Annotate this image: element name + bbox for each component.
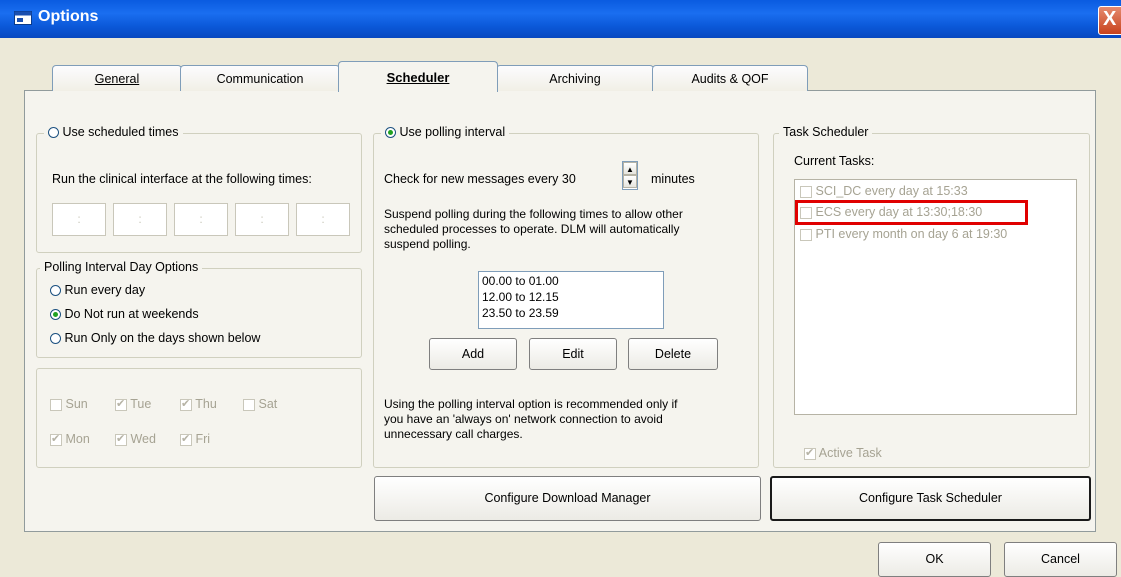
day-fri[interactable]: Fri (180, 432, 210, 446)
check-interval-label: Check for new messages every 30 (384, 172, 576, 186)
day-thu[interactable]: Thu (180, 397, 217, 411)
cancel-button[interactable]: Cancel (1004, 542, 1117, 577)
tab-archiving[interactable]: Archiving (496, 65, 654, 91)
task-checkbox[interactable] (800, 185, 812, 198)
suspend-text-line3: suspend polling. (384, 237, 471, 251)
delete-button[interactable]: Delete (628, 338, 718, 370)
task-checkbox[interactable] (800, 228, 812, 241)
close-icon: X (1103, 8, 1117, 30)
day-mon-checkbox[interactable] (50, 432, 62, 446)
day-wed-checkbox[interactable] (115, 432, 127, 446)
close-button[interactable]: X (1098, 6, 1121, 35)
run-every-day-radio[interactable] (50, 285, 61, 297)
options-dialog: Options X General Communication Schedule… (0, 0, 1121, 577)
window-title: Options (38, 8, 99, 25)
no-weekends-radio[interactable] (50, 309, 61, 321)
configure-download-manager-button[interactable]: Configure Download Manager (374, 476, 761, 521)
task-item[interactable]: PTI every month on day 6 at 19:30 (800, 227, 1007, 241)
tab-scheduler[interactable]: Scheduler (338, 61, 498, 92)
polling-radio-label: Use polling interval (399, 125, 506, 139)
active-task-option[interactable]: Active Task (804, 446, 882, 460)
days-group (36, 368, 362, 468)
list-item[interactable]: 12.00 to 12.15 (482, 290, 559, 304)
polling-note-line1: Using the polling interval option is rec… (384, 397, 678, 411)
active-task-checkbox[interactable] (804, 446, 816, 460)
specific-days-radio[interactable] (50, 333, 61, 345)
suspend-text-line2: scheduled processes to operate. DLM will… (384, 222, 680, 236)
run-times-label: Run the clinical interface at the follow… (52, 172, 312, 186)
ok-button[interactable]: OK (878, 542, 991, 577)
day-sun-checkbox[interactable] (50, 398, 62, 411)
current-tasks-label: Current Tasks: (794, 154, 875, 168)
scheduled-radio-label: Use scheduled times (62, 125, 179, 139)
day-options-legend: Polling Interval Day Options (40, 260, 203, 274)
day-mon[interactable]: Mon (50, 432, 90, 446)
list-item[interactable]: 23.50 to 23.59 (482, 306, 559, 320)
no-weekends-option[interactable]: Do Not run at weekends (50, 307, 199, 321)
configure-task-scheduler-button[interactable]: Configure Task Scheduler (770, 476, 1091, 521)
time-field-4[interactable]: : (235, 203, 289, 236)
day-sat-checkbox[interactable] (243, 398, 255, 411)
spin-up-icon[interactable]: ▲ (623, 162, 637, 175)
suspend-text-line1: Suspend polling during the following tim… (384, 207, 683, 221)
tab-audits-qof[interactable]: Audits & QOF (652, 65, 808, 91)
task-scheduler-legend: Task Scheduler (779, 125, 873, 139)
day-tue-checkbox[interactable] (115, 397, 127, 411)
add-button[interactable]: Add (429, 338, 517, 370)
scheduled-times-radio[interactable]: Use scheduled times (44, 125, 183, 139)
polling-interval-radio[interactable]: Use polling interval (381, 125, 510, 139)
window-icon (14, 11, 32, 25)
run-every-day-option[interactable]: Run every day (50, 283, 145, 297)
day-wed[interactable]: Wed (115, 432, 156, 446)
title-bar[interactable]: Options X (0, 0, 1121, 38)
scheduled-radio-button[interactable] (48, 127, 59, 139)
list-item[interactable]: 00.00 to 01.00 (482, 274, 559, 288)
polling-note-line3: unnecessary call charges. (384, 427, 523, 441)
interval-value[interactable]: 30 (562, 172, 576, 186)
time-field-5[interactable]: : (296, 203, 350, 236)
day-tue[interactable]: Tue (115, 397, 151, 411)
edit-button[interactable]: Edit (529, 338, 617, 370)
spin-down-icon[interactable]: ▼ (623, 175, 637, 188)
polling-radio-button[interactable] (385, 127, 396, 139)
task-item[interactable]: SCI_DC every day at 15:33 (800, 184, 968, 198)
minutes-label: minutes (651, 172, 695, 186)
day-sun[interactable]: Sun (50, 397, 88, 411)
day-fri-checkbox[interactable] (180, 432, 192, 446)
time-field-1[interactable]: : (52, 203, 106, 236)
interval-spinner[interactable]: ▲ ▼ (622, 161, 638, 190)
time-field-3[interactable]: : (174, 203, 228, 236)
tab-general[interactable]: General (52, 65, 182, 91)
tab-communication[interactable]: Communication (180, 65, 340, 91)
suspend-periods-list[interactable]: 00.00 to 01.00 12.00 to 12.15 23.50 to 2… (478, 271, 664, 329)
specific-days-option[interactable]: Run Only on the days shown below (50, 331, 260, 345)
time-field-2[interactable]: : (113, 203, 167, 236)
red-highlight-box (795, 200, 1028, 225)
day-thu-checkbox[interactable] (180, 397, 192, 411)
polling-note-line2: you have an 'always on' network connecti… (384, 412, 663, 426)
day-sat[interactable]: Sat (243, 397, 277, 411)
